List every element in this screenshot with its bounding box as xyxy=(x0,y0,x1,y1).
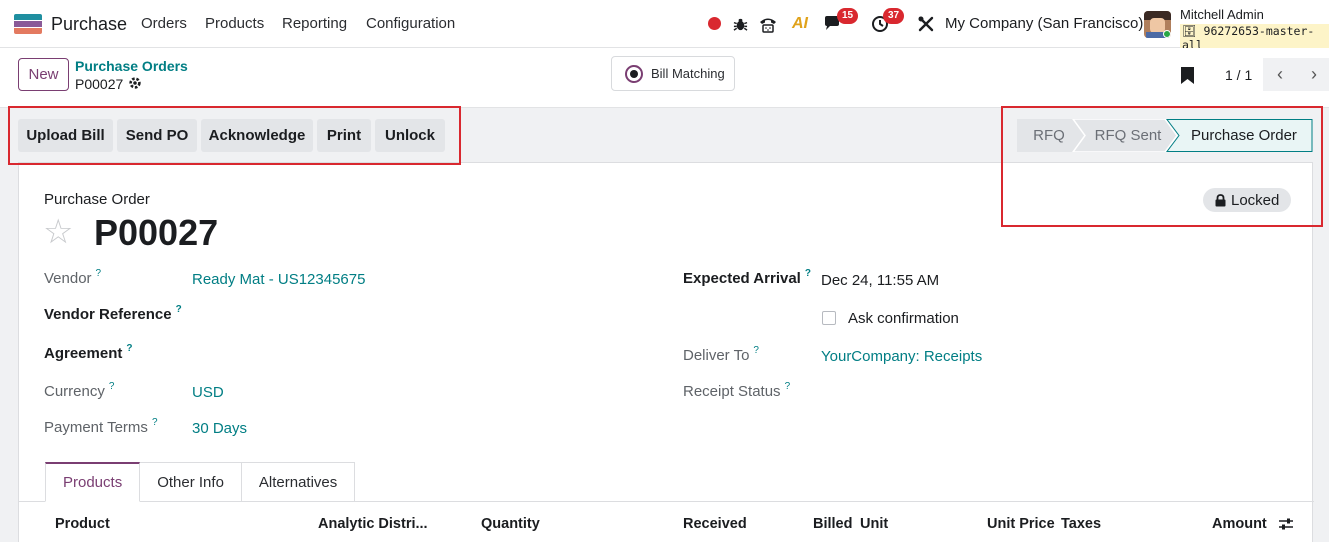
activity-count-badge: 37 xyxy=(883,8,905,24)
payment-terms-field[interactable]: 30 Days xyxy=(192,420,247,437)
ai-icon[interactable]: AI xyxy=(790,13,810,35)
tab-products[interactable]: Products xyxy=(45,462,141,502)
user-avatar[interactable] xyxy=(1144,11,1171,38)
menu-configuration[interactable]: Configuration xyxy=(366,15,455,32)
star-icon[interactable]: ☆ xyxy=(43,215,73,249)
vendor-label: Vendor? xyxy=(44,268,102,287)
acknowledge-button[interactable]: Acknowledge xyxy=(201,119,313,152)
vendor-field[interactable]: Ready Mat - US12345675 xyxy=(192,271,365,288)
ask-confirmation-checkbox[interactable] xyxy=(822,311,836,325)
menu-products[interactable]: Products xyxy=(205,15,264,32)
column-billed[interactable]: Billed xyxy=(813,516,852,532)
currency-label: Currency? xyxy=(44,381,115,400)
new-button[interactable]: New xyxy=(18,58,69,91)
pager-value[interactable]: 1 / 1 xyxy=(1225,67,1252,83)
column-unit-price[interactable]: Unit Price xyxy=(987,516,1055,532)
target-icon xyxy=(625,64,643,83)
column-unit[interactable]: Unit xyxy=(860,516,888,532)
deliver-to-label: Deliver To? xyxy=(683,345,759,364)
locked-badge: Locked xyxy=(1203,188,1292,212)
pager-previous-button[interactable]: ‹ xyxy=(1263,58,1297,91)
tab-alternatives[interactable]: Alternatives xyxy=(241,462,356,502)
currency-field[interactable]: USD xyxy=(192,384,224,401)
optional-columns-icon[interactable] xyxy=(1278,516,1294,532)
app-name[interactable]: Purchase xyxy=(51,14,127,35)
column-product[interactable]: Product xyxy=(55,516,110,532)
print-button[interactable]: Print xyxy=(317,119,371,152)
form-sheet: Locked Purchase Order ☆ P00027 Vendor? R… xyxy=(18,162,1314,542)
phone-icon[interactable] xyxy=(757,13,779,35)
expected-arrival-label: Expected Arrival? xyxy=(683,268,811,287)
breadcrumb-purchase-orders[interactable]: Purchase Orders xyxy=(75,58,188,74)
bug-icon[interactable] xyxy=(731,13,749,35)
control-panel: New Purchase Orders P00027 Bill Matching… xyxy=(0,48,1329,108)
expected-arrival-field[interactable]: Dec 24, 11:55 AM xyxy=(821,272,939,289)
stage-rfq-sent[interactable]: RFQ Sent xyxy=(1084,119,1172,152)
tools-icon[interactable] xyxy=(917,13,935,35)
top-navbar: Purchase Orders Products Reporting Confi… xyxy=(0,0,1329,52)
agreement-label: Agreement? xyxy=(44,343,133,362)
column-received[interactable]: Received xyxy=(683,516,747,532)
ask-confirmation-label: Ask confirmation xyxy=(848,310,959,327)
receipt-status-label: Receipt Status? xyxy=(683,381,791,400)
chat-count-badge: 15 xyxy=(837,8,859,24)
column-amount[interactable]: Amount xyxy=(1212,516,1267,532)
stage-purchase-order[interactable]: Purchase Order xyxy=(1178,119,1310,152)
purchase-app-icon[interactable] xyxy=(14,14,42,34)
status-bar: Upload Bill Send PO Acknowledge Print Un… xyxy=(0,109,1329,162)
column-quantity[interactable]: Quantity xyxy=(481,516,540,532)
pager-next-button[interactable]: › xyxy=(1297,58,1329,91)
tab-other-info[interactable]: Other Info xyxy=(140,462,242,502)
column-analytic-distribution[interactable]: Analytic Distri... xyxy=(318,516,428,532)
upload-bill-button[interactable]: Upload Bill xyxy=(18,119,113,152)
menu-orders[interactable]: Orders xyxy=(141,15,187,32)
breadcrumb-current: P00027 xyxy=(75,76,124,92)
user-name[interactable]: Mitchell Admin xyxy=(1180,7,1264,22)
activity-clock-icon[interactable]: 37 xyxy=(870,8,905,35)
notebook-tabs: Products Other Info Alternatives xyxy=(45,462,356,502)
vendor-reference-label: Vendor Reference? xyxy=(44,304,182,323)
record-dot-icon[interactable] xyxy=(708,17,721,30)
lock-icon xyxy=(1215,193,1226,206)
gear-icon[interactable] xyxy=(128,76,142,94)
bill-matching-button[interactable]: Bill Matching xyxy=(611,56,735,91)
column-taxes[interactable]: Taxes xyxy=(1061,516,1101,532)
deliver-to-field[interactable]: YourCompany: Receipts xyxy=(821,348,982,365)
payment-terms-label: Payment Terms? xyxy=(44,417,158,436)
unlock-button[interactable]: Unlock xyxy=(375,119,445,152)
menu-reporting[interactable]: Reporting xyxy=(282,15,347,32)
stage-rfq[interactable]: RFQ xyxy=(1017,119,1081,152)
bookmark-icon[interactable] xyxy=(1181,67,1194,84)
company-switcher[interactable]: My Company (San Francisco) xyxy=(945,15,1143,32)
chat-icon[interactable]: 15 xyxy=(822,8,859,35)
send-po-button[interactable]: Send PO xyxy=(117,119,197,152)
record-title: P00027 xyxy=(94,212,219,253)
record-type-label: Purchase Order xyxy=(44,191,150,208)
